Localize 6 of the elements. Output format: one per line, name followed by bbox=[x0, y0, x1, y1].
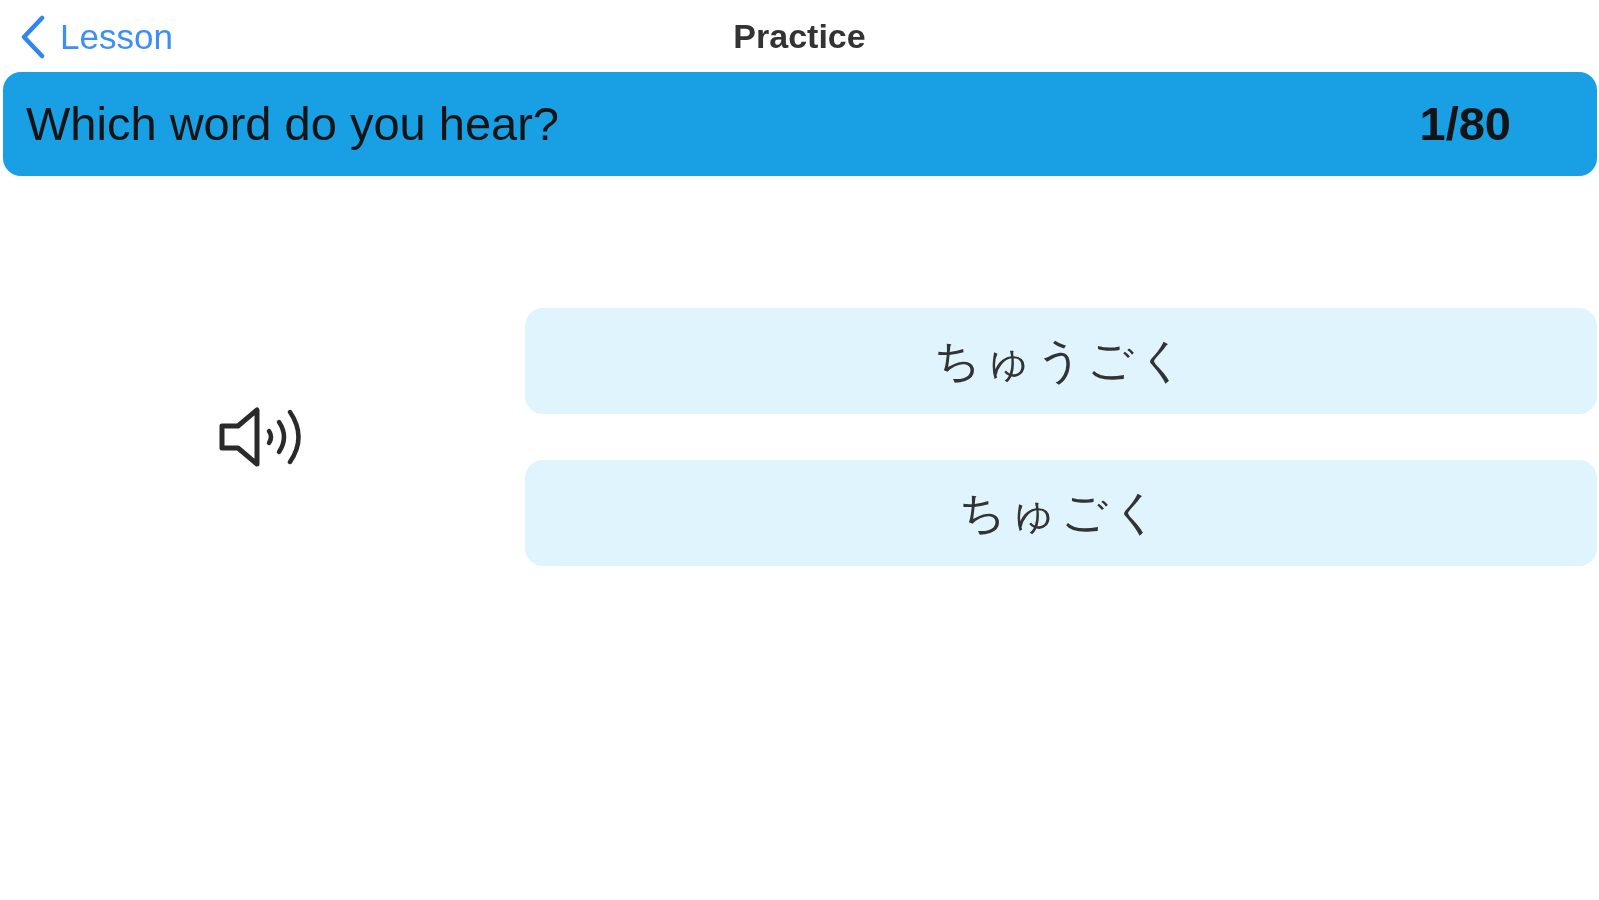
question-text: Which word do you hear? bbox=[26, 96, 559, 152]
answer-option[interactable]: ちゅうごく bbox=[525, 308, 1597, 414]
progress-counter: 1/80 bbox=[1419, 96, 1511, 152]
chevron-left-icon bbox=[20, 15, 46, 59]
screen-title: Practice bbox=[733, 16, 866, 57]
answer-option[interactable]: ちゅごく bbox=[525, 460, 1597, 566]
